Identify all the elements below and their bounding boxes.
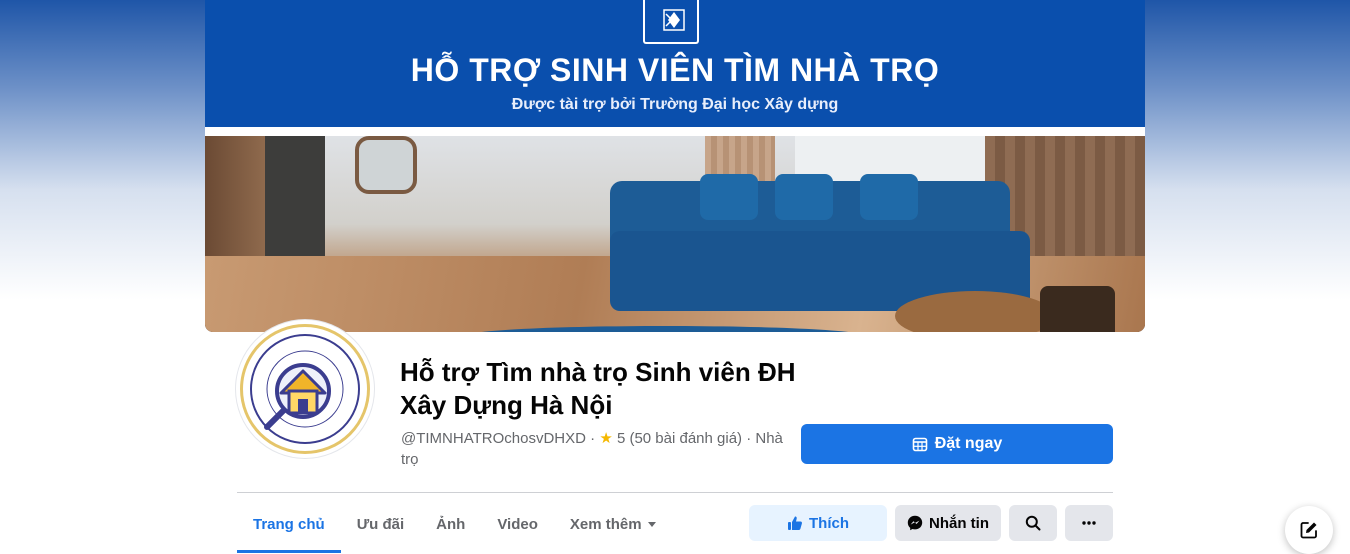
tab-home[interactable]: Trang chủ [237, 495, 341, 553]
chevron-down-icon [647, 521, 656, 527]
thumbs-up-icon [788, 516, 802, 530]
cover-title: HỖ TRỢ SINH VIÊN TÌM NHÀ TRỌ [410, 52, 940, 88]
calendar-icon [912, 437, 928, 452]
university-logo-icon [663, 9, 685, 31]
page-handle: @TIMNHATROchosvDHXD [401, 430, 586, 447]
tab-offers[interactable]: Ưu đãi [341, 495, 420, 553]
avatar-logo-icon [250, 334, 360, 444]
message-button[interactable]: Nhắn tin [895, 505, 1001, 541]
page-title: Hỗ trợ Tìm nhà trọ Sinh viên ĐH Xây Dựng… [400, 357, 796, 420]
page-actions: Thích Nhắn tin [749, 505, 1113, 541]
compose-icon [1300, 522, 1317, 539]
book-now-label: Đặt ngay [934, 435, 1003, 452]
more-icon [1082, 521, 1096, 525]
cover-banner: HỖ TRỢ SINH VIÊN TÌM NHÀ TRỌ Được tài tr… [205, 0, 1145, 127]
tab-videos[interactable]: Video [481, 495, 554, 553]
page-rating[interactable]: 5 (50 bài đánh giá) [617, 430, 742, 447]
profile-avatar[interactable] [236, 320, 374, 458]
tab-photos[interactable]: Ảnh [420, 495, 481, 553]
search-button[interactable] [1009, 505, 1057, 541]
message-label: Nhắn tin [929, 514, 989, 532]
like-button[interactable]: Thích [749, 505, 887, 541]
cover-divider [205, 127, 1145, 136]
search-icon [1025, 515, 1041, 531]
page-tabs: Trang chủ Ưu đãi Ảnh Video Xem thêm [237, 495, 672, 553]
header-divider [237, 492, 1113, 493]
messenger-icon [907, 515, 923, 531]
living-room-photo [205, 136, 1145, 332]
more-options-button[interactable] [1065, 505, 1113, 541]
university-logo [643, 0, 699, 44]
new-message-button[interactable] [1285, 506, 1333, 554]
mirror [355, 136, 417, 194]
book-now-button[interactable]: Đặt ngay [801, 424, 1113, 464]
cover-photo[interactable]: HỖ TRỢ SINH VIÊN TÌM NHÀ TRỌ Được tài tr… [205, 0, 1145, 332]
page-meta: @TIMNHATROchosvDHXD · ★ 5 (50 bài đánh g… [401, 430, 783, 468]
star-icon: ★ [599, 430, 613, 447]
like-label: Thích [809, 514, 849, 532]
tab-more[interactable]: Xem thêm [554, 495, 672, 553]
cover-subtitle: Được tài trợ bởi Trường Đại học Xây dựng [511, 96, 839, 113]
